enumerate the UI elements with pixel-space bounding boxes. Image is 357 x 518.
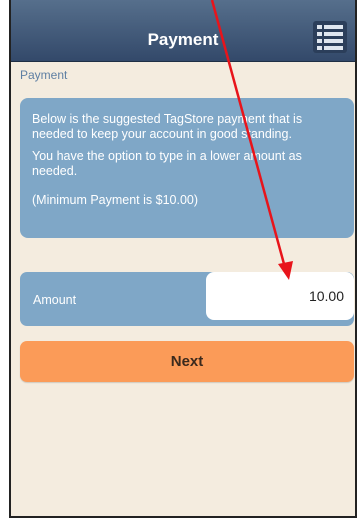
list-menu-icon [313, 21, 347, 53]
amount-row: Amount [20, 272, 354, 326]
amount-input[interactable] [206, 272, 354, 320]
info-text-option: You have the option to type in a lower a… [32, 149, 302, 178]
section-label: Payment [20, 68, 68, 82]
header-bar: Payment [11, 0, 355, 62]
amount-label: Amount [33, 293, 77, 307]
payment-screen: Payment Payment Below is the suggested T… [9, 0, 357, 518]
page-title: Payment [147, 30, 219, 49]
info-text-minimum: (Minimum Payment is $10.00) [32, 193, 199, 207]
menu-button[interactable] [313, 20, 347, 54]
payment-info-box: Below is the suggested TagStore payment … [20, 98, 354, 238]
next-button[interactable]: Next [20, 341, 354, 382]
info-text-suggested: Below is the suggested TagStore payment … [32, 112, 303, 141]
